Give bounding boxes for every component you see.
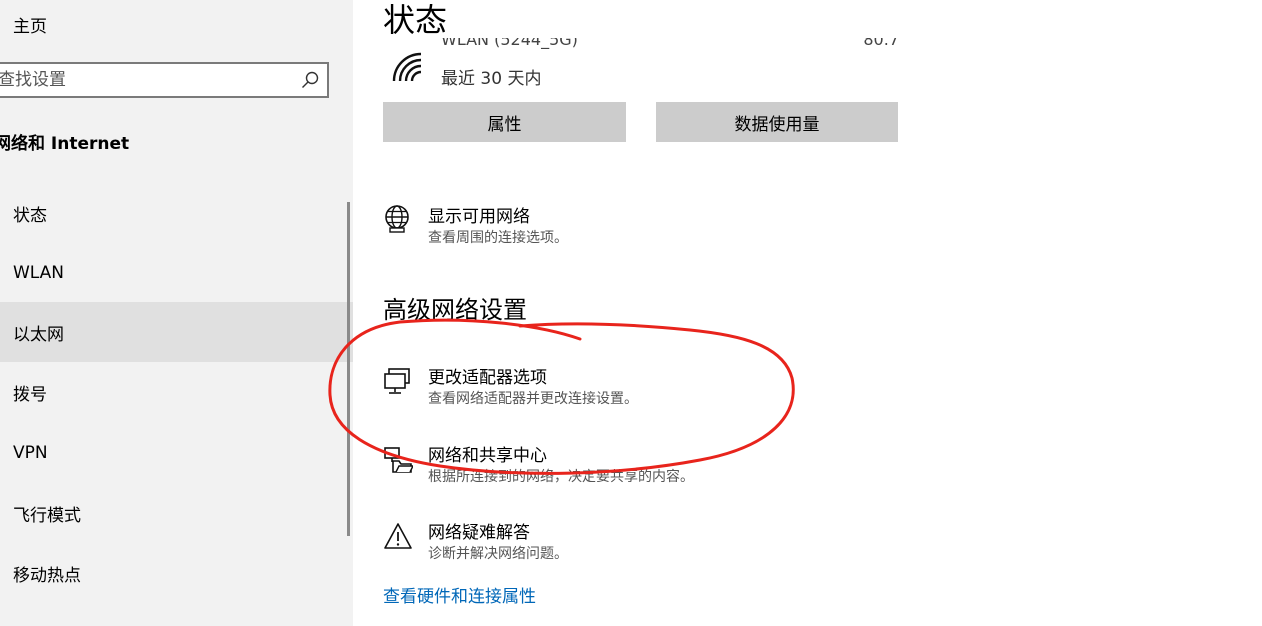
monitor-network-icon — [384, 368, 410, 394]
properties-button[interactable]: 属性 — [383, 102, 626, 142]
sidebar-item-status[interactable]: 状态 — [0, 183, 353, 243]
show-networks-desc: 查看周围的连接选项。 — [428, 230, 568, 246]
section-title: 网络和 Internet — [0, 134, 130, 154]
wifi-icon — [392, 52, 422, 82]
globe-icon — [385, 205, 409, 233]
sidebar-item-wlan[interactable]: WLAN — [0, 243, 353, 303]
adapter-options-link[interactable]: 更改适配器选项 — [428, 363, 547, 388]
main-content: 状态 WLAN (5244_5G) 80.7 GB 最近 30 天内 属性 数据… — [353, 0, 1262, 626]
sharing-center-link[interactable]: 网络和共享中心 — [428, 441, 547, 466]
advanced-settings-heading: 高级网络设置 — [383, 296, 527, 324]
show-networks-link[interactable]: 显示可用网络 — [428, 202, 530, 227]
troubleshoot-link[interactable]: 网络疑难解答 — [428, 518, 530, 543]
sidebar: 主页 网络和 Internet 状态 WLAN 以太网 拨号 VPN 飞行模式 … — [0, 0, 353, 626]
sidebar-item-ethernet[interactable]: 以太网 — [0, 302, 353, 362]
network-sharing-icon — [384, 447, 413, 473]
sidebar-item-label: 以太网 — [13, 324, 64, 345]
sidebar-item-label: WLAN — [13, 263, 65, 283]
adapter-options-desc: 查看网络适配器并更改连接设置。 — [428, 391, 638, 407]
sidebar-item-vpn[interactable]: VPN — [0, 423, 353, 483]
troubleshoot-desc: 诊断并解决网络问题。 — [428, 546, 568, 562]
network-name: WLAN (5244_5G) — [441, 38, 578, 49]
search-box[interactable] — [0, 62, 329, 98]
sidebar-item-mobile-hotspot[interactable]: 移动热点 — [0, 543, 353, 603]
sidebar-item-label: VPN — [13, 443, 48, 463]
sidebar-item-label: 移动热点 — [13, 565, 81, 586]
sidebar-item-label: 状态 — [13, 205, 47, 226]
sidebar-item-label: 拨号 — [13, 384, 47, 405]
network-usage: 80.7 GB — [863, 38, 899, 49]
search-icon[interactable] — [301, 71, 319, 89]
page-title: 状态 — [383, 1, 448, 39]
hardware-properties-link[interactable]: 查看硬件和连接属性 — [383, 582, 536, 607]
sharing-center-desc: 根据所连接到的网络，决定要共享的内容。 — [428, 469, 694, 485]
warning-triangle-icon — [384, 523, 412, 549]
network-period: 最近 30 天内 — [441, 69, 542, 89]
search-input[interactable] — [0, 64, 288, 96]
sidebar-item-airplane-mode[interactable]: 飞行模式 — [0, 483, 353, 543]
sidebar-scrollbar[interactable] — [347, 202, 350, 536]
data-usage-button[interactable]: 数据使用量 — [656, 102, 898, 142]
sidebar-item-label: 飞行模式 — [13, 505, 81, 526]
nav-home[interactable]: 主页 — [13, 12, 47, 37]
sidebar-item-dialup[interactable]: 拨号 — [0, 362, 353, 422]
